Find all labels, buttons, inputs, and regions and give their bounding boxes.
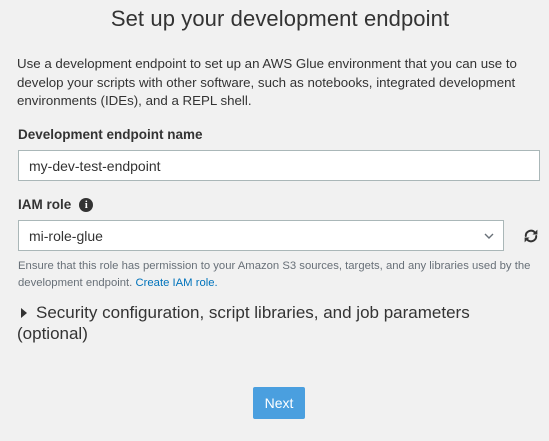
refresh-icon[interactable] [522, 227, 540, 245]
chevron-down-icon [484, 233, 494, 239]
endpoint-name-label: Development endpoint name [18, 127, 203, 142]
iam-role-hint: Ensure that this role has permission to … [18, 258, 538, 292]
iam-role-label-row: IAM role i [18, 197, 94, 212]
page-title: Set up your development endpoint [110, 6, 450, 31]
iam-role-selected-value: mi-role-glue [29, 227, 103, 244]
create-iam-role-link[interactable]: Create IAM role. [135, 277, 217, 289]
iam-role-hint-text: Ensure that this role has permission to … [18, 260, 531, 289]
endpoint-name-input[interactable] [18, 150, 540, 181]
setup-dev-endpoint-page: Set up your development endpoint Use a d… [0, 0, 549, 441]
expander-label: Security configuration, script libraries… [17, 303, 470, 343]
intro-text: Use a development endpoint to set up an … [17, 56, 517, 108]
next-button[interactable]: Next [253, 387, 305, 419]
info-icon[interactable]: i [79, 197, 94, 212]
caret-right-icon [21, 307, 27, 318]
iam-role-label: IAM role [18, 197, 72, 212]
iam-role-select[interactable]: mi-role-glue [18, 220, 504, 251]
advanced-options-expander[interactable]: Security configuration, script libraries… [17, 302, 542, 344]
